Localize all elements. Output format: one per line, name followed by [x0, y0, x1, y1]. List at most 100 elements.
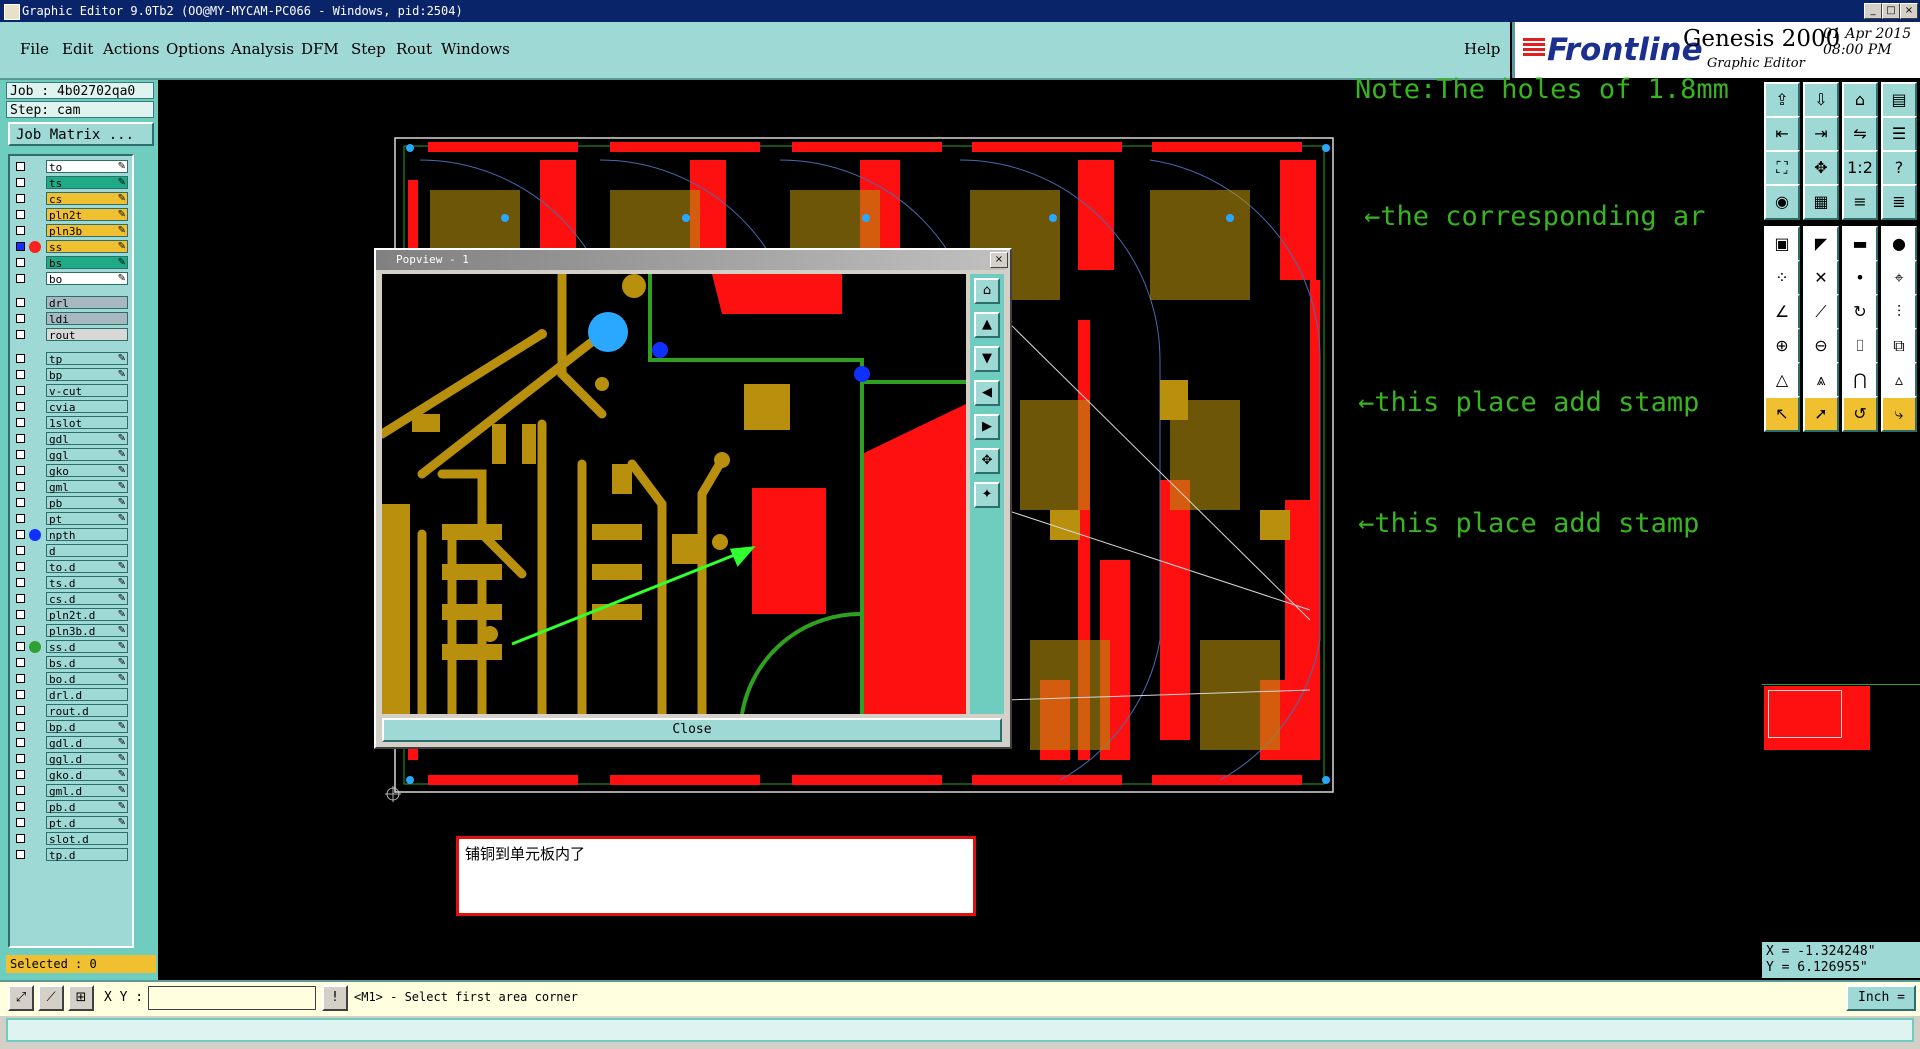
tri-icon[interactable]: △	[1764, 362, 1800, 398]
layer-row[interactable]: 1slot	[12, 416, 130, 430]
layer-checkbox[interactable]	[16, 690, 25, 699]
layer-checkbox[interactable]	[16, 674, 25, 683]
layer-name[interactable]: 1slot	[46, 416, 128, 430]
close-window-button[interactable]: ×	[1900, 3, 1918, 19]
rotate-pointer-icon[interactable]: ↺	[1842, 396, 1878, 432]
fit-icon[interactable]: ⛶	[1764, 150, 1800, 186]
popview-pan-right-icon[interactable]: ▶	[974, 414, 1000, 440]
layer-checkbox[interactable]	[16, 418, 25, 427]
pointer-alt-icon[interactable]: ➚	[1803, 396, 1839, 432]
layer-name[interactable]: rout	[46, 328, 128, 342]
menu-analysis[interactable]: Analysis	[231, 40, 294, 58]
layer-row[interactable]: ggl ✎	[12, 448, 130, 462]
layer-checkbox[interactable]	[16, 546, 25, 555]
slash-icon[interactable]: ⟋	[1803, 294, 1839, 330]
layer-name[interactable]: gko.d	[46, 768, 128, 782]
layer-row[interactable]: pt ✎	[12, 512, 130, 526]
layer-checkbox[interactable]	[16, 738, 25, 747]
layer-row[interactable]: gdl.d ✎	[12, 736, 130, 750]
layer-checkbox[interactable]	[16, 298, 25, 307]
layer-checkbox[interactable]	[16, 402, 25, 411]
layer-checkbox[interactable]	[16, 514, 25, 523]
layer-row[interactable]: rout.d	[12, 704, 130, 718]
layer-checkbox[interactable]	[16, 386, 25, 395]
layer-name[interactable]: to.d	[46, 560, 128, 574]
layer-name[interactable]: pln3b.d	[46, 624, 128, 638]
layer-name[interactable]: to	[46, 160, 128, 174]
window-icon[interactable]: ▤	[1881, 82, 1917, 118]
pointer-icon[interactable]: ↖	[1764, 396, 1800, 432]
layer-checkbox[interactable]	[16, 178, 25, 187]
snap-icon[interactable]: ⤢	[8, 985, 34, 1011]
layer-row[interactable]: ss ✎	[12, 240, 130, 254]
arch-icon[interactable]: ⋂	[1842, 362, 1878, 398]
layer-row[interactable]: bs ✎	[12, 256, 130, 270]
layer-name[interactable]: gml	[46, 480, 128, 494]
layer-row[interactable]: rout	[12, 328, 130, 342]
layer-name[interactable]: npth	[46, 528, 128, 542]
layer-checkbox[interactable]	[16, 370, 25, 379]
split-icon[interactable]: ⫶	[1881, 294, 1917, 330]
layer-name[interactable]: v-cut	[46, 384, 128, 398]
layer-name[interactable]: gdl	[46, 432, 128, 446]
import-icon[interactable]: ⇪	[1764, 82, 1800, 118]
layer-name[interactable]: bo.d	[46, 672, 128, 686]
alert-icon[interactable]: !	[322, 985, 348, 1011]
layer-checkbox[interactable]	[16, 314, 25, 323]
menu-rout[interactable]: Rout	[396, 40, 432, 58]
layer-name[interactable]: tp.d	[46, 848, 128, 862]
layer-checkbox[interactable]	[16, 770, 25, 779]
menu-windows[interactable]: Windows	[441, 40, 510, 58]
layer-name[interactable]: pb.d	[46, 800, 128, 814]
layers-icon[interactable]: ≡	[1842, 184, 1878, 220]
popview-pan-left-icon[interactable]: ◀	[974, 380, 1000, 406]
job-matrix-button[interactable]: Job Matrix ...	[8, 122, 154, 146]
popview-zoom-in-icon[interactable]: ✥	[974, 448, 1000, 474]
layer-name[interactable]: d	[46, 544, 128, 558]
layer-checkbox[interactable]	[16, 498, 25, 507]
measure-icon[interactable]: ⟋	[38, 985, 64, 1011]
layer-checkbox[interactable]	[16, 802, 25, 811]
layer-checkbox[interactable]	[16, 210, 25, 219]
xy-input[interactable]	[148, 986, 316, 1010]
layer-checkbox[interactable]	[16, 626, 25, 635]
layer-row[interactable]: v-cut	[12, 384, 130, 398]
popview-pan-up-icon[interactable]: ▲	[974, 312, 1000, 338]
layer-row[interactable]: pln3b ✎	[12, 224, 130, 238]
layer-name[interactable]: gko	[46, 464, 128, 478]
popview-pan-down-icon[interactable]: ▼	[974, 346, 1000, 372]
layer-name[interactable]: ggl.d	[46, 752, 128, 766]
circle-icon[interactable]: ●	[1881, 226, 1917, 262]
layer-name[interactable]: pln3b	[46, 224, 128, 238]
layer-name[interactable]: gml.d	[46, 784, 128, 798]
layer-name[interactable]: drl	[46, 296, 128, 310]
layer-row[interactable]: tp ✎	[12, 352, 130, 366]
layer-row[interactable]: bs.d ✎	[12, 656, 130, 670]
layer-name[interactable]: bp	[46, 368, 128, 382]
layer-row[interactable]: pb.d ✎	[12, 800, 130, 814]
layer-name[interactable]: pt.d	[46, 816, 128, 830]
layer-row[interactable]: to.d ✎	[12, 560, 130, 574]
layer-name[interactable]: slot.d	[46, 832, 128, 846]
menu-actions[interactable]: Actions	[103, 40, 159, 58]
layer-row[interactable]: tp.d	[12, 848, 130, 862]
layer-row[interactable]: bp.d ✎	[12, 720, 130, 734]
layer-name[interactable]: pln2t.d	[46, 608, 128, 622]
layer-row[interactable]: ggl.d ✎	[12, 752, 130, 766]
layer-row[interactable]: ts.d ✎	[12, 576, 130, 590]
layer-checkbox[interactable]	[16, 578, 25, 587]
layer-row[interactable]: pln2t.d ✎	[12, 608, 130, 622]
popview-close-button[interactable]: Close	[382, 718, 1002, 742]
flip-icon[interactable]: ⇋	[1842, 116, 1878, 152]
grid-icon[interactable]: ▦	[1803, 184, 1839, 220]
layer-name[interactable]: ts.d	[46, 576, 128, 590]
layer-name[interactable]: pln2t	[46, 208, 128, 222]
pad-plus-icon[interactable]: ⊕	[1764, 328, 1800, 364]
layer-row[interactable]: gml ✎	[12, 480, 130, 494]
popview-canvas[interactable]	[382, 274, 966, 714]
menu-help[interactable]: Help	[1464, 40, 1500, 58]
layer-row[interactable]: pln3b.d ✎	[12, 624, 130, 638]
layer-row[interactable]: gko.d ✎	[12, 768, 130, 782]
message-box[interactable]: 铺铜到单元板内了	[456, 836, 976, 916]
layer-row[interactable]: d	[12, 544, 130, 558]
